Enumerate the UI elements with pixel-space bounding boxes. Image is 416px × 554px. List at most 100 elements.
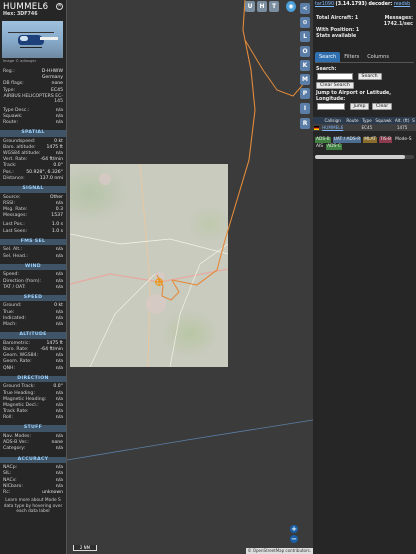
aircraft-info-panel: HUMMEL6 Hex: 3DF746 ✕ Image © adlanger R… [0,0,67,554]
detail-value: 1537 [51,213,63,219]
aircraft-marker-icon[interactable] [155,271,163,286]
detail-row: Last Seen: 1.0 s [0,229,66,235]
table-header-row: Callsign Route Type Squawk Alt. (ft) S [313,117,416,124]
detail-value: n/a [55,253,63,259]
detail-row: Route: n/a [0,120,66,126]
detail-value: EC45 [51,87,63,93]
layer-k[interactable]: K [300,60,310,71]
detail-value: n/a [55,365,63,371]
globe-icon[interactable]: ◉ [286,1,296,12]
stats-available[interactable]: Stats available [313,34,416,40]
cell-alt: 1475 [393,124,411,131]
cell-callsign[interactable]: HUMMEL6 [320,124,345,131]
photo-skid [20,47,42,48]
tab-filters[interactable]: Filters [340,52,363,62]
detail-row: Roll: n/a [0,415,66,421]
version-number: (3.14.1793) [335,2,367,7]
flag-germany-icon [314,126,320,130]
layer-o[interactable]: O [300,46,310,57]
photo-rotor [8,32,54,33]
flag-cell [313,124,321,131]
column-header[interactable]: Type [360,117,374,124]
legend-tis-b: TIS-B [378,137,393,143]
photo-cabin [20,36,28,41]
cell-squawk [373,124,394,131]
table-scrollbar[interactable] [315,155,414,159]
search-button[interactable]: Search [357,73,382,80]
layer-m[interactable]: M [300,74,310,85]
detail-label: QNH: [3,365,16,371]
scrollbar-thumb[interactable] [315,155,405,159]
detail-label: Rc: [3,489,11,495]
section-header-signal[interactable]: SIGNAL [0,186,66,193]
detail-value: 137.0 nmi [39,175,63,181]
manufacturer: AIRBUS HELICOPTERS EC-145 [3,93,64,105]
detail-value: n/a [55,446,63,452]
detail-label: Type: [3,87,16,93]
detail-value: n/a [55,322,63,328]
detail-row: Category: n/a [0,446,66,452]
map-button-t[interactable]: T [269,1,279,12]
stats-grid: Total Aircraft: 1 Messages: [313,10,416,22]
detail-label: Route: [3,119,18,125]
legend-ais: AIS [315,144,325,150]
layer-toolbar: < ⊙ L O K M P I R [300,0,311,140]
hex-value: 3DF746 [16,12,38,17]
detail-label: Distance: [3,175,25,181]
tab-columns[interactable]: Columns [363,52,393,62]
detail-value: 1.0 s [51,228,63,234]
section-header-spatial[interactable]: SPATIAL [0,130,66,137]
table-row[interactable]: HUMMEL6 EC45 1475 [313,124,416,131]
detail-label: TAT / OAT: [3,284,26,290]
map-attribution[interactable]: © OpenStreetMap contributors. [245,548,313,554]
search-input[interactable] [317,73,353,80]
section-header-wind[interactable]: WIND [0,263,66,271]
map-button-h[interactable]: H [257,1,267,12]
layer-i[interactable]: I [300,103,310,114]
center-icon[interactable]: ⊙ [300,17,310,28]
column-header[interactable]: Callsign [320,117,345,124]
decoder-link[interactable]: readsb [394,2,410,7]
column-header[interactable]: Alt. (ft) [393,117,411,124]
section-header-stuff[interactable]: STUFF [0,425,66,433]
section-header-direction[interactable]: DIRECTION [0,375,66,383]
column-header[interactable]: Route [344,117,361,124]
detail-value: n/a [55,284,63,290]
detail-label: Sel. Head.: [3,253,28,259]
jump-label: Jump to Airport or Latitude, Longitude: [316,91,392,102]
clear-jump-button[interactable]: Clear [371,103,393,110]
section-header-accuracy[interactable]: ACCURACY [0,456,66,464]
panel-tabs: Search Filters Columns [315,52,414,63]
detail-label: Messages: [3,213,28,219]
detail-label: Roll: [3,415,13,421]
clear-search-row: Clear Search [313,81,416,90]
aircraft-photo[interactable] [2,21,63,58]
map-canvas[interactable]: U H T ◉ + − 2 NM © OpenStreetMap contributo… [67,0,313,554]
detail-row: TAT / OAT: n/a [0,285,66,291]
tab-search[interactable]: Search [315,52,341,62]
map-button-u[interactable]: U [245,1,255,12]
column-header[interactable]: S [411,117,416,124]
collapse-icon[interactable]: < [300,3,310,14]
jump-block: Jump to Airport or Latitude, Longitude: … [313,90,416,111]
total-aircraft: Total Aircraft: 1 [316,16,359,21]
section-header-speed[interactable]: SPEED [0,294,66,302]
clear-search-button[interactable]: Clear Search [316,82,354,89]
zoom-in-button[interactable]: + [290,525,298,533]
section-header-altitude[interactable]: ALTITUDE [0,332,66,339]
version-link[interactable]: tar1090 [315,2,334,7]
legend-ads-b: ADS-B [315,137,331,143]
legend-ads-c: ADS-C [326,144,342,150]
jump-button[interactable]: Jump [349,103,370,110]
layer-r[interactable]: R [300,118,310,129]
layer-p[interactable]: P [300,88,310,99]
close-icon[interactable]: ✕ [56,3,63,10]
jump-input[interactable] [317,103,345,110]
legend-uat-ads-r: UAT / ADS-R [332,137,362,143]
column-header[interactable] [313,117,321,124]
column-header[interactable]: Squawk [373,117,394,124]
section-header-fms-sel[interactable]: FMS SEL [0,238,66,246]
layer-l[interactable]: L [300,31,310,42]
zoom-out-button[interactable]: − [290,535,298,543]
scale-bar: 2 NM [73,545,97,551]
